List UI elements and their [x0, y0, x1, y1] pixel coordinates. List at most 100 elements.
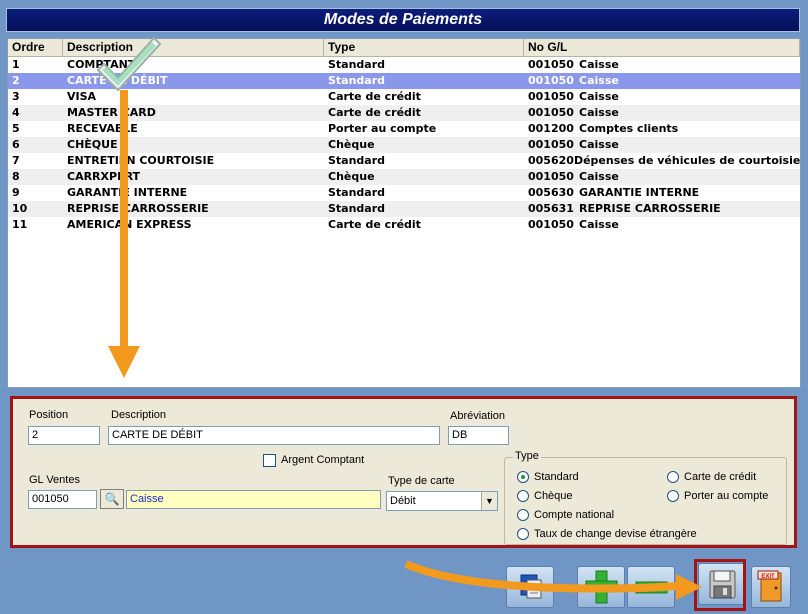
- cell-gl-name: Caisse: [579, 218, 619, 231]
- table-row[interactable]: 9 GARANTIE INTERNE Standard 005630 GARANTIE …: [8, 185, 800, 201]
- gl-ventes-label: GL Ventes: [29, 474, 80, 486]
- magnifier-icon: 🔍: [104, 492, 120, 506]
- table-row[interactable]: 4 MASTER CARD Carte de crédit 001050 Caisse: [8, 105, 800, 121]
- cell-type: Standard: [328, 74, 386, 87]
- description-input[interactable]: CARTE DE DÉBIT: [108, 426, 440, 445]
- cell-ordre: 1: [12, 58, 20, 71]
- abbreviation-input[interactable]: DB: [448, 426, 509, 445]
- table-row[interactable]: 6 CHÈQUE Chèque 001050 Caisse: [8, 137, 800, 153]
- cell-description: GARANTIE INTERNE: [67, 186, 188, 199]
- cell-gl: 001050 Caisse: [524, 137, 800, 153]
- table-row[interactable]: 8 CARRXPERT Chèque 001050 Caisse: [8, 169, 800, 185]
- cell-gl: 001050 Caisse: [524, 73, 800, 89]
- type-radio-standard[interactable]: [517, 471, 529, 483]
- cell-gl: 001050 Caisse: [524, 169, 800, 185]
- payment-modes-grid[interactable]: Ordre Description Type No G/L 1 COMPTANT S…: [7, 38, 801, 388]
- cell-gl-number: 001050: [528, 58, 574, 71]
- exit-button[interactable]: EXIT: [751, 566, 791, 608]
- column-header-ordre[interactable]: Ordre: [8, 39, 63, 57]
- grid-header: Ordre Description Type No G/L: [8, 39, 800, 57]
- cell-gl-number: 001050: [528, 90, 574, 103]
- cell-ordre: 5: [12, 122, 20, 135]
- description-label: Description: [111, 409, 167, 421]
- type-label-standard: Standard: [534, 471, 579, 483]
- exit-door-icon: EXIT: [757, 570, 782, 602]
- cell-type: Carte de crédit: [328, 218, 421, 231]
- cell-gl-number: 001050: [528, 218, 574, 231]
- gl-ventes-name-field: Caisse: [126, 490, 381, 509]
- payment-mode-form: Position 2 Description CARTE DE DÉBIT Ab…: [10, 396, 797, 548]
- cell-type: Standard: [328, 154, 386, 167]
- table-row[interactable]: 1 COMPTANT Standard 001050 Caisse: [8, 57, 800, 73]
- type-label-compte-national: Compte national: [534, 509, 615, 521]
- add-button[interactable]: [577, 566, 625, 608]
- cell-gl-name: Dépenses de véhicules de courtoisie: [573, 154, 800, 167]
- cell-type: Standard: [328, 202, 386, 215]
- cell-type: Standard: [328, 58, 386, 71]
- cell-ordre: 2: [12, 74, 20, 87]
- table-row[interactable]: 3 VISA Carte de crédit 001050 Caisse: [8, 89, 800, 105]
- cell-ordre: 11: [12, 218, 28, 231]
- type-carte-value: Débit: [390, 495, 416, 507]
- argent-comptant-checkbox[interactable]: [263, 454, 276, 467]
- cell-gl-name: Caisse: [579, 170, 619, 183]
- cell-gl-name: Caisse: [579, 106, 619, 119]
- abbreviation-label: Abréviation: [450, 410, 506, 422]
- gl-ventes-input[interactable]: 001050: [28, 490, 97, 509]
- column-header-type[interactable]: Type: [324, 39, 524, 57]
- window-title: Modes de Paiements: [6, 8, 800, 32]
- cell-description: CHÈQUE: [67, 138, 118, 151]
- type-radio-carte-credit[interactable]: [667, 471, 679, 483]
- table-row[interactable]: 7 ENTRETIEN COURTOISIE Standard 005620 Dépen…: [8, 153, 800, 169]
- cell-ordre: 10: [12, 202, 28, 215]
- plus-icon: [585, 570, 618, 604]
- cell-description: MASTER CARD: [67, 106, 156, 119]
- argent-comptant-label: Argent Comptant: [281, 454, 365, 466]
- cell-gl: 005630 GARANTIE INTERNE: [524, 185, 800, 201]
- grid-body: 1 COMPTANT Standard 001050 Caisse 2 CARTE DE D…: [8, 57, 800, 233]
- column-header-description[interactable]: Description: [63, 39, 324, 57]
- cell-description: VISA: [67, 90, 97, 103]
- gl-lookup-button[interactable]: 🔍: [100, 489, 124, 509]
- cell-gl: 001050 Caisse: [524, 217, 800, 233]
- cell-gl-number: 005631: [528, 202, 574, 215]
- cell-gl-name: Comptes clients: [579, 122, 679, 135]
- column-header-gl[interactable]: No G/L: [524, 39, 800, 57]
- cell-gl-name: GARANTIE INTERNE: [579, 186, 700, 199]
- cell-ordre: 6: [12, 138, 20, 151]
- table-row[interactable]: 2 CARTE DE DÉBIT Standard 001050 Caisse: [8, 73, 800, 89]
- position-input[interactable]: 2: [28, 426, 100, 445]
- cell-description: RECEVABLE: [67, 122, 138, 135]
- table-row[interactable]: 5 RECEVABLE Porter au compte 001200 Comptes …: [8, 121, 800, 137]
- cell-gl-number: 001050: [528, 170, 574, 183]
- cell-ordre: 8: [12, 170, 20, 183]
- cell-gl: 001050 Caisse: [524, 57, 800, 73]
- cell-description: ENTRETIEN COURTOISIE: [67, 154, 215, 167]
- delete-button[interactable]: [627, 566, 675, 608]
- cell-gl-number: 001050: [528, 74, 574, 87]
- type-groupbox: Type Standard Chèque Compte national Tau…: [504, 450, 787, 545]
- table-row[interactable]: 11 AMERICAN EXPRESS Carte de crédit 001050 C…: [8, 217, 800, 233]
- table-row[interactable]: 10 REPRISE CARROSSERIE Standard 005631 REPRI…: [8, 201, 800, 217]
- type-radio-cheque[interactable]: [517, 490, 529, 502]
- copy-button[interactable]: [506, 566, 554, 608]
- type-radio-taux-change[interactable]: [517, 528, 529, 540]
- cell-gl-number: 001050: [528, 138, 574, 151]
- cell-ordre: 4: [12, 106, 20, 119]
- type-label-taux-change: Taux de change devise étrangère: [534, 528, 697, 540]
- type-radio-compte-national[interactable]: [517, 509, 529, 521]
- cell-gl-name: Caisse: [579, 138, 619, 151]
- type-radio-porter-compte[interactable]: [667, 490, 679, 502]
- cell-gl-name: REPRISE CARROSSERIE: [579, 202, 721, 215]
- exit-label: EXIT: [761, 574, 775, 580]
- type-carte-select[interactable]: Débit ▼: [386, 491, 498, 511]
- chevron-down-icon[interactable]: ▼: [481, 492, 497, 510]
- cell-gl: 005631 REPRISE CARROSSERIE: [524, 201, 800, 217]
- type-label-cheque: Chèque: [534, 490, 573, 502]
- type-label-carte-credit: Carte de crédit: [684, 471, 757, 483]
- cell-ordre: 3: [12, 90, 20, 103]
- cell-description: CARRXPERT: [67, 170, 141, 183]
- cell-ordre: 9: [12, 186, 20, 199]
- cell-type: Carte de crédit: [328, 90, 421, 103]
- cell-gl: 005620 Dépenses de véhicules de courtoisi…: [524, 153, 800, 169]
